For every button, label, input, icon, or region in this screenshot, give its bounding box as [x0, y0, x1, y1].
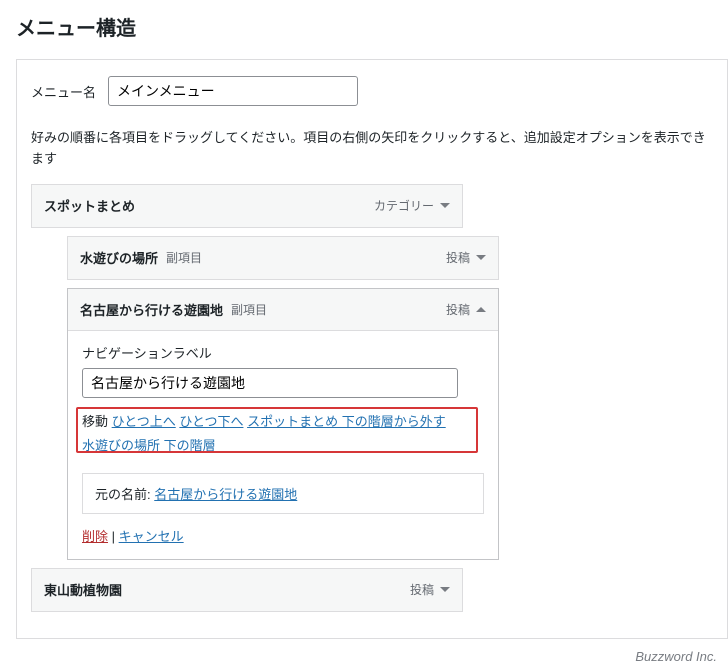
move-under-sibling-link[interactable]: 水遊びの場所 下の階層	[82, 438, 216, 453]
chevron-down-icon[interactable]	[440, 203, 450, 208]
menu-item-title: スポットまとめ	[44, 196, 135, 215]
menu-item-type: 投稿	[410, 581, 434, 598]
nav-label-input[interactable]	[82, 368, 458, 398]
move-controls: 移動 ひとつ上へ ひとつ下へ スポットまとめ 下の階層から外す 水遊びの場所 下…	[82, 410, 484, 459]
original-name-label: 元の名前:	[95, 487, 151, 502]
drag-instruction-text: 好みの順番に各項目をドラッグしてください。項目の右側の矢印をクリックすると、追加…	[31, 128, 709, 170]
menu-name-input[interactable]	[108, 76, 358, 106]
move-out-parent-link[interactable]: スポットまとめ 下の階層から外す	[247, 414, 446, 429]
menu-item-nagoya-yuenchi[interactable]: 名古屋から行ける遊園地 副項目 投稿 ナビゲーションラベル 移動 ひとつ上へ ひ…	[67, 288, 499, 560]
menu-item-title: 水遊びの場所	[80, 248, 158, 267]
menu-item-type: カテゴリー	[374, 197, 434, 214]
chevron-down-icon[interactable]	[440, 587, 450, 592]
menu-item-type: 投稿	[446, 301, 470, 318]
chevron-down-icon[interactable]	[476, 255, 486, 260]
brand-watermark: Buzzword Inc.	[635, 649, 717, 664]
move-down-link[interactable]: ひとつ下へ	[179, 414, 243, 429]
menu-item-higashiyama[interactable]: 東山動植物園 投稿	[31, 568, 463, 612]
menu-item-type: 投稿	[446, 249, 470, 266]
menu-item-settings: ナビゲーションラベル 移動 ひとつ上へ ひとつ下へ スポットまとめ 下の階層から…	[68, 331, 498, 559]
remove-link[interactable]: 削除	[82, 529, 108, 544]
nav-label-caption: ナビゲーションラベル	[82, 343, 484, 362]
move-label: 移動	[82, 414, 108, 429]
menu-item-title: 名古屋から行ける遊園地	[80, 300, 223, 319]
menu-item-mizuasobi[interactable]: 水遊びの場所 副項目 投稿	[67, 236, 499, 280]
separator: |	[108, 529, 119, 544]
move-up-link[interactable]: ひとつ上へ	[112, 414, 176, 429]
original-name-link[interactable]: 名古屋から行ける遊園地	[154, 487, 297, 502]
menu-item-sublabel: 副項目	[231, 301, 267, 318]
menu-item-sublabel: 副項目	[166, 249, 202, 266]
menu-item-title: 東山動植物園	[44, 580, 122, 599]
menu-structure-panel: メニュー名 好みの順番に各項目をドラッグしてください。項目の右側の矢印をクリック…	[16, 59, 728, 639]
original-name-box: 元の名前: 名古屋から行ける遊園地	[82, 473, 484, 514]
cancel-link[interactable]: キャンセル	[119, 529, 184, 544]
page-title: メニュー構造	[16, 12, 728, 41]
chevron-up-icon[interactable]	[476, 307, 486, 312]
menu-name-label: メニュー名	[31, 82, 96, 101]
menu-item-spot-summary[interactable]: スポットまとめ カテゴリー	[31, 184, 463, 228]
